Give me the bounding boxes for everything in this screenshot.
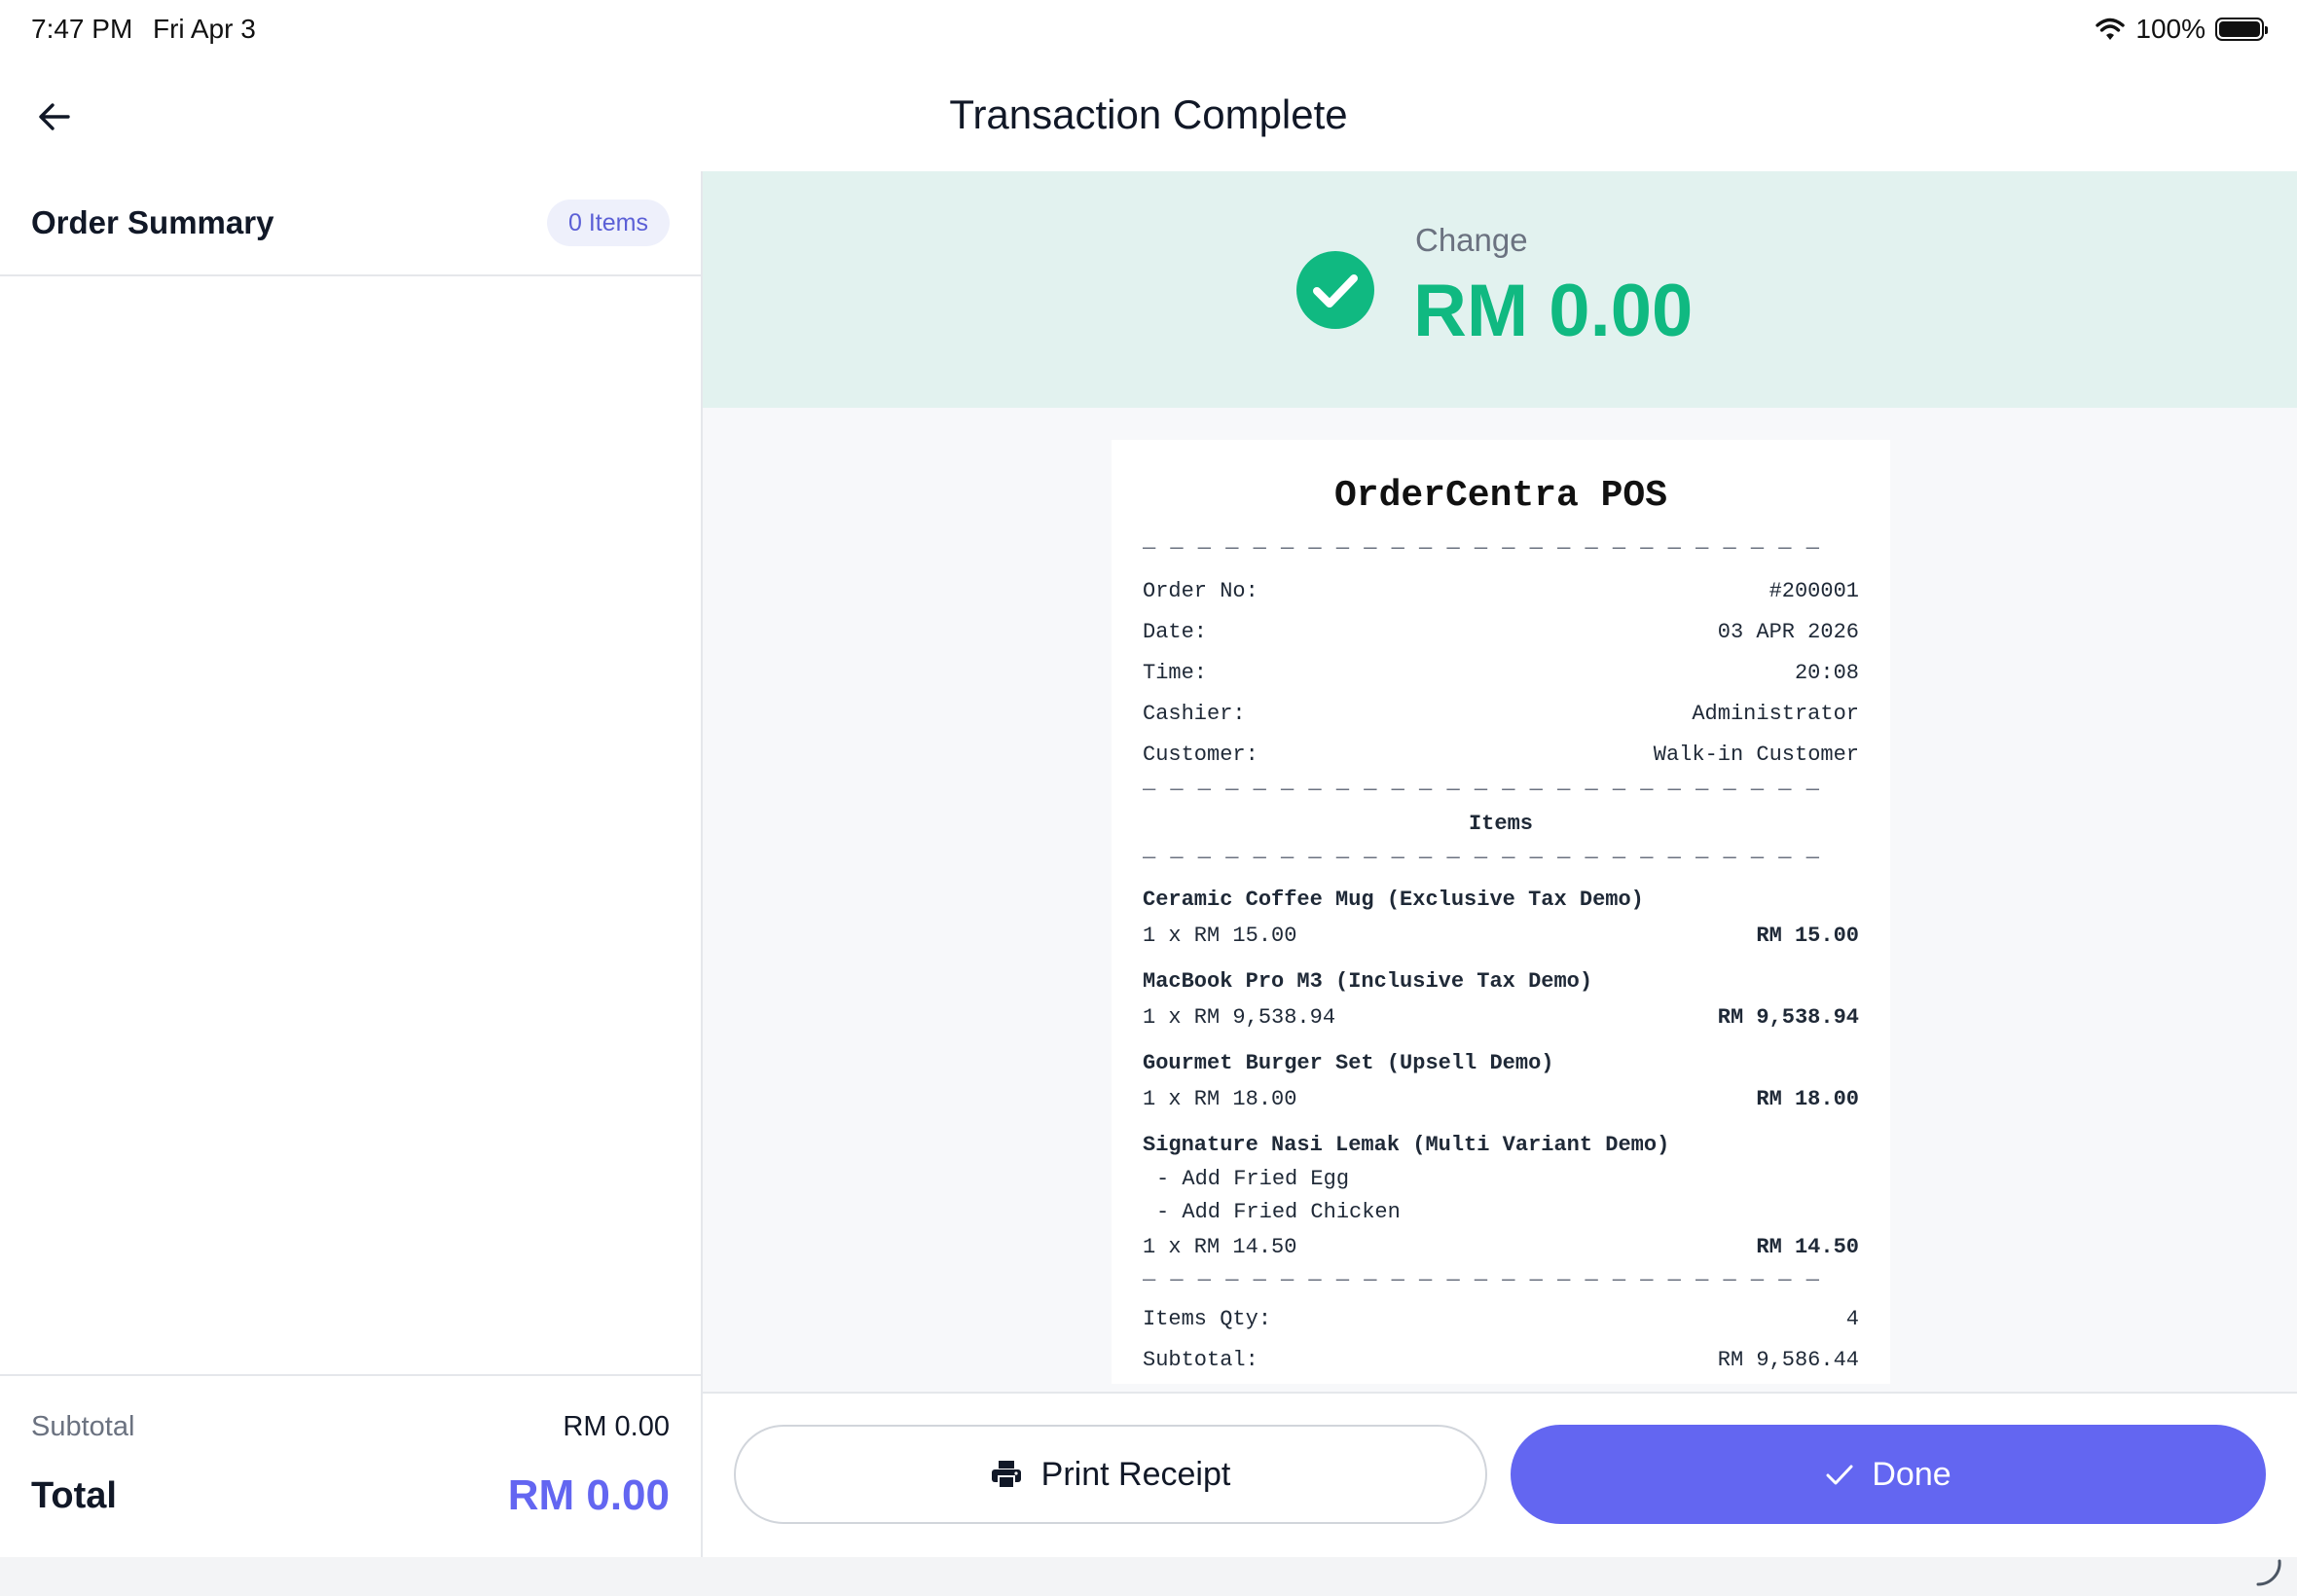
receipt-subtotal-row: Subtotal: RM 9,586.44 bbox=[1143, 1340, 1859, 1381]
receipt-value: Walk-in Customer bbox=[1653, 743, 1859, 767]
top-header: Transaction Complete bbox=[0, 62, 2297, 172]
battery-icon bbox=[2215, 18, 2268, 41]
done-label: Done bbox=[1872, 1455, 1951, 1493]
receipt-item-qty-price: 1 x RM 9,538.94 bbox=[1143, 1005, 1336, 1030]
receipt-item-qty-price: 1 x RM 14.50 bbox=[1143, 1235, 1297, 1259]
receipt-item-total: RM 18.00 bbox=[1756, 1087, 1859, 1111]
receipt-value: Administrator bbox=[1692, 702, 1859, 726]
receipt-item-total: RM 14.50 bbox=[1756, 1235, 1859, 1259]
receipt-item-total: RM 9,538.94 bbox=[1717, 1005, 1859, 1030]
receipt-date-row: Date: 03 APR 2026 bbox=[1143, 612, 1859, 653]
change-amount: RM 0.00 bbox=[1413, 270, 1694, 352]
order-totals: Subtotal RM 0.00 Total RM 0.00 bbox=[0, 1374, 701, 1559]
status-time: 7:47 PM bbox=[31, 14, 133, 44]
receipt-info: Order No: #200001 Date: 03 APR 2026 Time… bbox=[1143, 571, 1859, 776]
subtotal-label: Subtotal bbox=[31, 1411, 135, 1442]
receipt-item-qty-price: 1 x RM 18.00 bbox=[1143, 1087, 1297, 1111]
receipt-label: Items Qty: bbox=[1143, 1307, 1272, 1331]
receipt-label: Time: bbox=[1143, 661, 1208, 685]
transaction-panel: Change RM 0.00 OrderCentra POS — — — — —… bbox=[703, 171, 2297, 1559]
receipt-divider: — — — — — — — — — — — — — — — — — — — — … bbox=[1143, 778, 1820, 802]
order-summary-panel: Order Summary 0 Items Subtotal RM 0.00 T… bbox=[0, 171, 703, 1557]
receipt-item-modifier: - Add Fried Chicken bbox=[1156, 1200, 1401, 1224]
total-value: RM 0.00 bbox=[507, 1471, 670, 1519]
receipt-order-no-row: Order No: #200001 bbox=[1143, 571, 1859, 612]
total-label: Total bbox=[31, 1475, 117, 1516]
check-circle-icon bbox=[1296, 251, 1374, 329]
receipt-label: Customer: bbox=[1143, 743, 1258, 767]
receipt-item: MacBook Pro M3 (Inclusive Tax Demo) 1 x … bbox=[1143, 964, 1859, 1036]
receipt-value: 03 APR 2026 bbox=[1717, 620, 1859, 644]
home-indicator-area bbox=[0, 1557, 2297, 1596]
receipt-item-name: Ceramic Coffee Mug (Exclusive Tax Demo) bbox=[1143, 888, 1644, 912]
battery-percent: 100% bbox=[2135, 14, 2206, 44]
action-bar: Print Receipt Done bbox=[703, 1392, 2297, 1559]
receipt-items-qty-row: Items Qty: 4 bbox=[1143, 1299, 1859, 1340]
receipt-label: Date: bbox=[1143, 620, 1208, 644]
status-date: Fri Apr 3 bbox=[153, 14, 256, 44]
receipt-time-row: Time: 20:08 bbox=[1143, 653, 1859, 694]
receipt-item-name: MacBook Pro M3 (Inclusive Tax Demo) bbox=[1143, 969, 1593, 994]
receipt-item-name: Gourmet Burger Set (Upsell Demo) bbox=[1143, 1051, 1554, 1075]
receipt-divider: — — — — — — — — — — — — — — — — — — — — … bbox=[1143, 536, 1820, 561]
change-banner: Change RM 0.00 bbox=[703, 171, 2297, 408]
page-title: Transaction Complete bbox=[949, 91, 1348, 137]
receipt-items-heading: Items bbox=[1468, 812, 1533, 836]
print-receipt-label: Print Receipt bbox=[1040, 1455, 1231, 1493]
receipt-value: #200001 bbox=[1768, 579, 1859, 603]
receipt-value: 4 bbox=[1845, 1307, 1859, 1331]
receipt-value: 20:08 bbox=[1794, 661, 1859, 685]
receipt-label: Order No: bbox=[1143, 579, 1258, 603]
receipt-value: RM 9,586.44 bbox=[1717, 1348, 1859, 1372]
items-count-badge: 0 Items bbox=[547, 200, 670, 246]
receipt-label: Cashier: bbox=[1143, 702, 1246, 726]
receipt-divider: — — — — — — — — — — — — — — — — — — — — … bbox=[1143, 846, 1820, 870]
receipt-item: Ceramic Coffee Mug (Exclusive Tax Demo) … bbox=[1143, 883, 1859, 955]
wifi-icon bbox=[2096, 18, 2126, 40]
receipt-item-name: Signature Nasi Lemak (Multi Variant Demo… bbox=[1143, 1133, 1670, 1157]
receipt-item-modifier: - Add Fried Egg bbox=[1156, 1167, 1350, 1191]
receipt-cashier-row: Cashier: Administrator bbox=[1143, 694, 1859, 735]
receipt-preview[interactable]: OrderCentra POS — — — — — — — — — — — — … bbox=[1112, 440, 1890, 1384]
print-receipt-button[interactable]: Print Receipt bbox=[734, 1425, 1487, 1524]
receipt-store-name: OrderCentra POS bbox=[1333, 475, 1668, 517]
receipt-divider: — — — — — — — — — — — — — — — — — — — — … bbox=[1143, 1268, 1820, 1292]
check-icon bbox=[1826, 1465, 1853, 1485]
receipt-label: Subtotal: bbox=[1143, 1348, 1258, 1372]
receipt-item: Signature Nasi Lemak (Multi Variant Demo… bbox=[1143, 1128, 1859, 1266]
loading-spinner-icon bbox=[2256, 1559, 2281, 1586]
receipt-item-qty-price: 1 x RM 15.00 bbox=[1143, 924, 1297, 948]
receipt-item-total: RM 15.00 bbox=[1756, 924, 1859, 948]
change-label: Change bbox=[1415, 222, 1528, 258]
done-button[interactable]: Done bbox=[1511, 1425, 2266, 1524]
subtotal-value: RM 0.00 bbox=[563, 1411, 670, 1442]
status-bar: 7:47 PM Fri Apr 3 100% bbox=[0, 0, 2297, 62]
printer-icon bbox=[991, 1461, 1021, 1489]
order-summary-title: Order Summary bbox=[31, 204, 274, 240]
order-summary-header: Order Summary 0 Items bbox=[0, 171, 701, 276]
receipt-item: Gourmet Burger Set (Upsell Demo) 1 x RM … bbox=[1143, 1046, 1859, 1118]
status-indicators: 100% bbox=[2095, 14, 2268, 45]
receipt-customer-row: Customer: Walk-in Customer bbox=[1143, 735, 1859, 776]
